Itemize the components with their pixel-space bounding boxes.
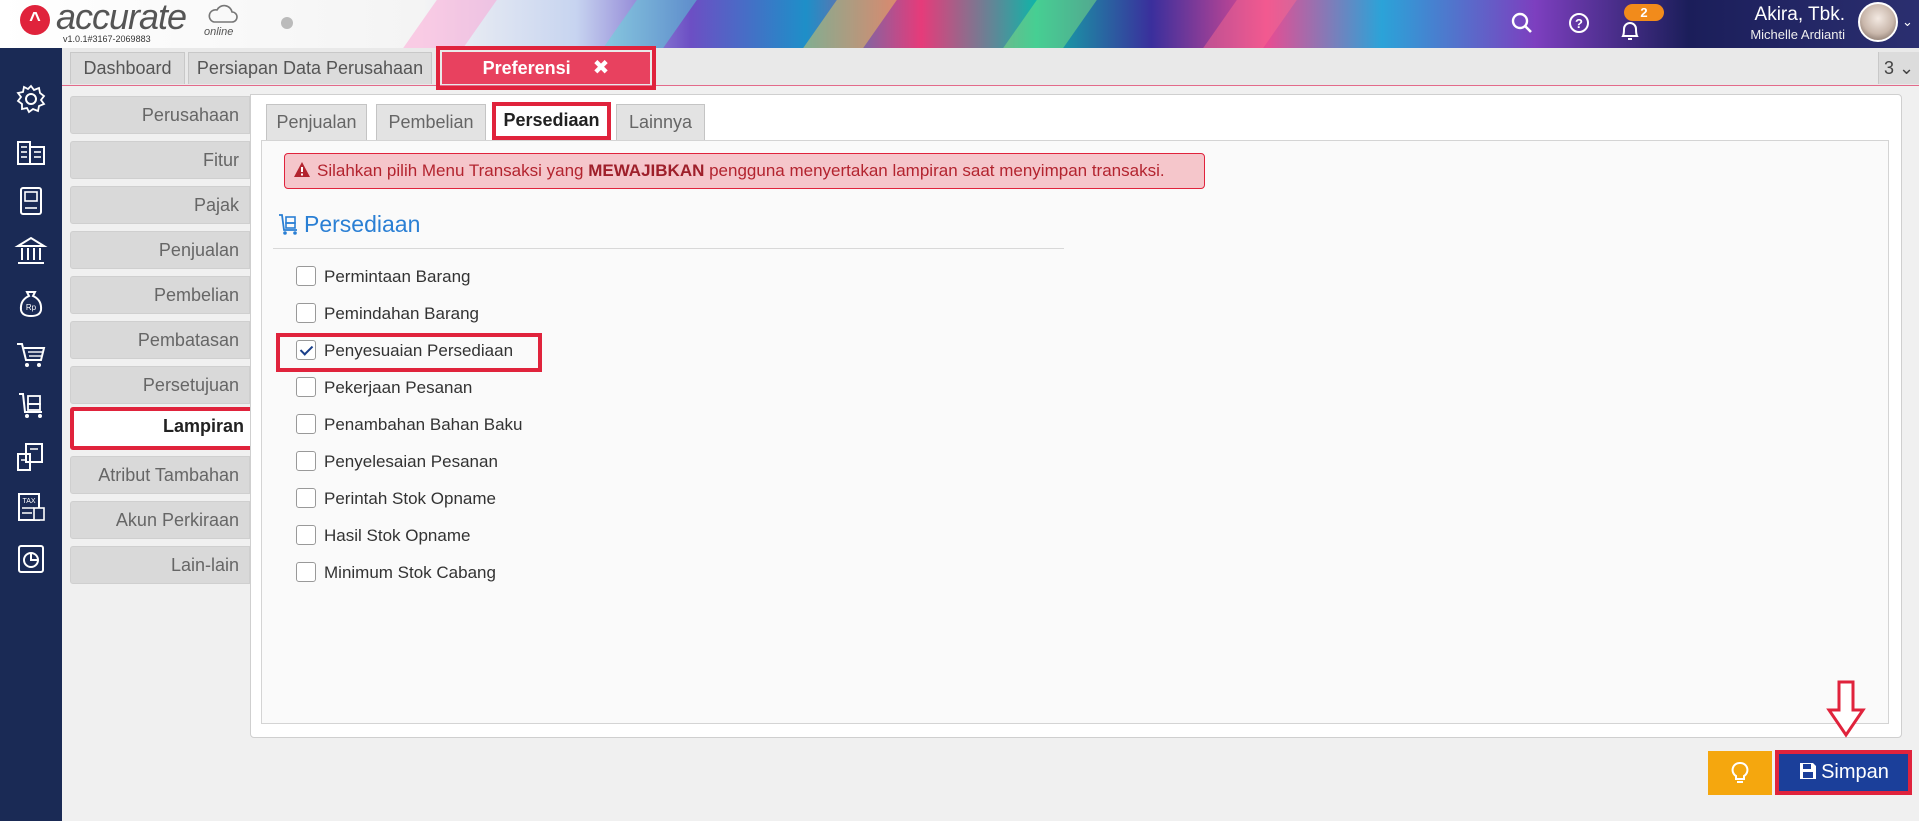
pref-item-lain-lain[interactable]: Lain-lain [70, 546, 250, 584]
tab-label: Preferensi [482, 58, 571, 78]
logo-text: accurate [56, 0, 187, 37]
tab-overflow-menu[interactable]: 3 ⌄ [1878, 52, 1919, 84]
checkbox-label: Penyesuaian Persediaan [324, 341, 514, 360]
save-button[interactable]: Simpan [1775, 750, 1912, 795]
pref-item-akun-perkiraan[interactable]: Akun Perkiraan [70, 501, 250, 539]
user-name[interactable]: Michelle Ardianti [1750, 27, 1845, 42]
version-text: v1.0.1#3167-2069883 [63, 34, 151, 44]
pref-item-pembatasan[interactable]: Pembatasan [70, 321, 250, 359]
subtab-persediaan[interactable]: Persediaan [492, 102, 611, 140]
checkbox-label: Perintah Stok Opname [324, 489, 496, 508]
pref-item-atribut-tambahan[interactable]: Atribut Tambahan [70, 456, 250, 494]
tab-strip: Dashboard Persiapan Data Perusahaan Pref… [62, 46, 1919, 90]
ledger-book-icon[interactable] [14, 184, 48, 218]
pref-item-lampiran[interactable]: Lampiran [70, 407, 254, 450]
report-chart-icon[interactable] [14, 542, 48, 576]
shopping-cart-icon[interactable] [14, 338, 48, 372]
checkbox[interactable] [296, 377, 316, 397]
chevron-down-icon[interactable]: ⌄ [1902, 14, 1913, 30]
checkbox-checked[interactable] [296, 340, 316, 360]
tab-label: Persiapan Data Perusahaan [196, 58, 424, 78]
checkbox-penyelesaian-pesanan[interactable]: Penyelesaian Pesanan [296, 450, 498, 474]
left-navigation: Rp TAX [0, 48, 62, 821]
tab-preferensi[interactable]: Preferensi ✖ [436, 46, 656, 90]
tab-label: Dashboard [83, 58, 172, 78]
checkbox-permintaan-barang[interactable]: Permintaan Barang [296, 265, 470, 289]
alert-text: Silahkan pilih Menu Transaksi yang [317, 161, 589, 180]
company-building-icon[interactable] [14, 134, 48, 168]
save-label: Simpan [1821, 761, 1889, 783]
inventory-cart-icon[interactable] [14, 388, 48, 422]
checkbox-pemindahan-barang[interactable]: Pemindahan Barang [296, 302, 479, 326]
close-icon[interactable]: ✖ [593, 57, 610, 79]
svg-text:TAX: TAX [22, 498, 35, 505]
asset-icon[interactable] [14, 440, 48, 474]
checkbox-penambahan-bahan-baku[interactable]: Penambahan Bahan Baku [296, 413, 523, 437]
tab-dashboard[interactable]: Dashboard [70, 52, 185, 84]
checkbox-perintah-stok-opname[interactable]: Perintah Stok Opname [296, 487, 496, 511]
checkbox[interactable] [296, 488, 316, 508]
checkbox-label: Minimum Stok Cabang [324, 563, 496, 582]
checkbox-label: Hasil Stok Opname [324, 526, 471, 545]
money-bag-icon[interactable]: Rp [14, 286, 48, 320]
arrow-down-icon [1826, 680, 1866, 738]
pref-item-pajak[interactable]: Pajak [70, 186, 250, 224]
checkbox-label: Pemindahan Barang [324, 304, 480, 323]
pref-item-perusahaan[interactable]: Perusahaan [70, 96, 250, 134]
bell-icon[interactable] [1617, 18, 1643, 44]
section-divider [273, 248, 1064, 249]
header-decoration [803, 0, 897, 48]
header-decoration [1003, 0, 1097, 48]
settings-gear-icon[interactable] [14, 82, 48, 116]
checkbox[interactable] [296, 451, 316, 471]
pref-item-pembelian[interactable]: Pembelian [70, 276, 250, 314]
subtab-lainnya[interactable]: Lainnya [616, 104, 705, 140]
checkbox-minimum-stok-cabang[interactable]: Minimum Stok Cabang [296, 561, 496, 585]
floppy-disk-icon [1800, 763, 1817, 779]
alert-emphasis: MEWAJIBKAN [588, 161, 705, 180]
cloud-icon [208, 4, 238, 23]
notification-badge[interactable]: 2 [1624, 4, 1664, 21]
checkbox-pekerjaan-pesanan[interactable]: Pekerjaan Pesanan [296, 376, 472, 400]
checkbox[interactable] [296, 525, 316, 545]
section-title: Persediaan [304, 211, 421, 237]
tips-button[interactable] [1708, 751, 1772, 795]
checkbox[interactable] [296, 562, 316, 582]
svg-text:Rp: Rp [26, 303, 37, 312]
checkbox-hasil-stok-opname[interactable]: Hasil Stok Opname [296, 524, 470, 548]
checkbox[interactable] [296, 414, 316, 434]
checkbox-label: Pekerjaan Pesanan [324, 378, 473, 397]
search-icon[interactable] [1509, 10, 1535, 36]
pref-item-persetujuan[interactable]: Persetujuan [70, 366, 250, 404]
pref-item-fitur[interactable]: Fitur [70, 141, 250, 179]
attachment-alert: Silahkan pilih Menu Transaksi yang MEWAJ… [284, 153, 1205, 189]
warning-icon [294, 162, 310, 177]
header-decoration [403, 0, 497, 48]
pref-item-penjualan[interactable]: Penjualan [70, 231, 250, 269]
checkbox-label: Penyelesaian Pesanan [324, 452, 498, 471]
header-decoration [603, 0, 697, 48]
svg-text:?: ? [1575, 16, 1583, 31]
inventory-cart-icon [279, 214, 297, 235]
avatar[interactable] [1858, 2, 1898, 42]
help-icon[interactable]: ? [1566, 10, 1592, 36]
checkbox-label: Penambahan Bahan Baku [324, 415, 523, 434]
lightbulb-icon [1731, 762, 1749, 783]
subtab-pembelian[interactable]: Pembelian [376, 104, 486, 140]
company-name[interactable]: Akira, Tbk. [1755, 4, 1845, 26]
tab-persiapan-data-perusahaan[interactable]: Persiapan Data Perusahaan [188, 52, 432, 84]
checkbox-penyesuaian-persediaan[interactable]: Penyesuaian Persediaan [296, 339, 513, 363]
accurate-logo-icon: ^ [20, 5, 50, 35]
bank-icon[interactable] [14, 234, 48, 268]
checkbox-label: Permintaan Barang [324, 267, 471, 286]
checkbox[interactable] [296, 266, 316, 286]
subtab-penjualan[interactable]: Penjualan [266, 104, 367, 140]
status-dot [281, 17, 293, 29]
logo-subtext: online [204, 26, 234, 38]
checkbox[interactable] [296, 303, 316, 323]
header-decoration [1203, 0, 1297, 48]
tax-icon[interactable]: TAX [14, 490, 48, 524]
alert-text-end: pengguna menyertakan lampiran saat menyi… [704, 161, 1165, 180]
